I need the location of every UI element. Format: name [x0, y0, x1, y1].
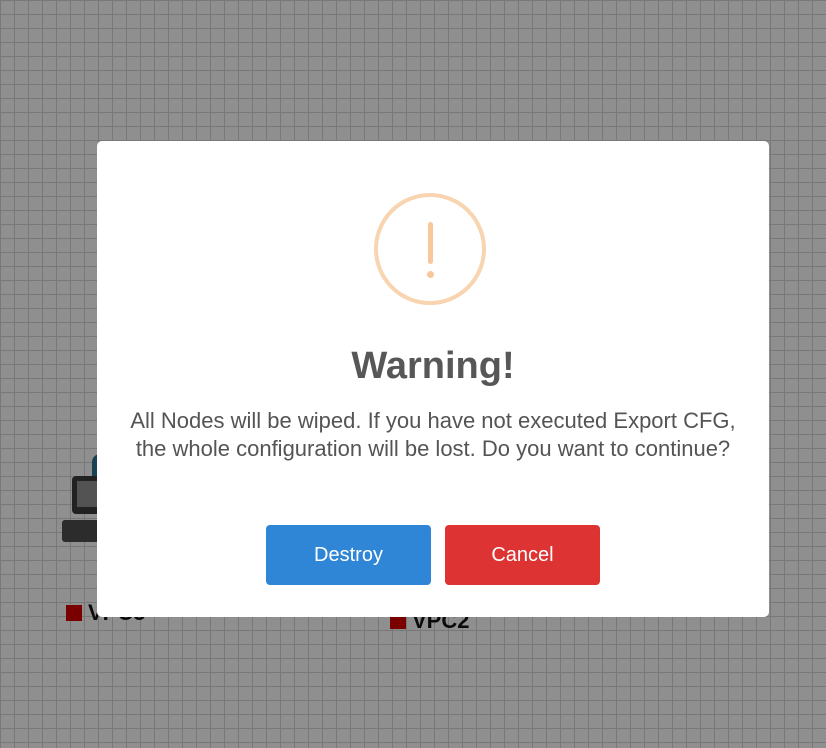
warning-dialog: Warning! All Nodes will be wiped. If you… — [97, 141, 769, 617]
dialog-message: All Nodes will be wiped. If you have not… — [130, 408, 736, 461]
dialog-title: Warning! — [351, 345, 515, 387]
cancel-button[interactable]: Cancel — [445, 525, 600, 585]
destroy-button[interactable]: Destroy — [266, 525, 431, 585]
exclamation-icon — [374, 193, 486, 305]
